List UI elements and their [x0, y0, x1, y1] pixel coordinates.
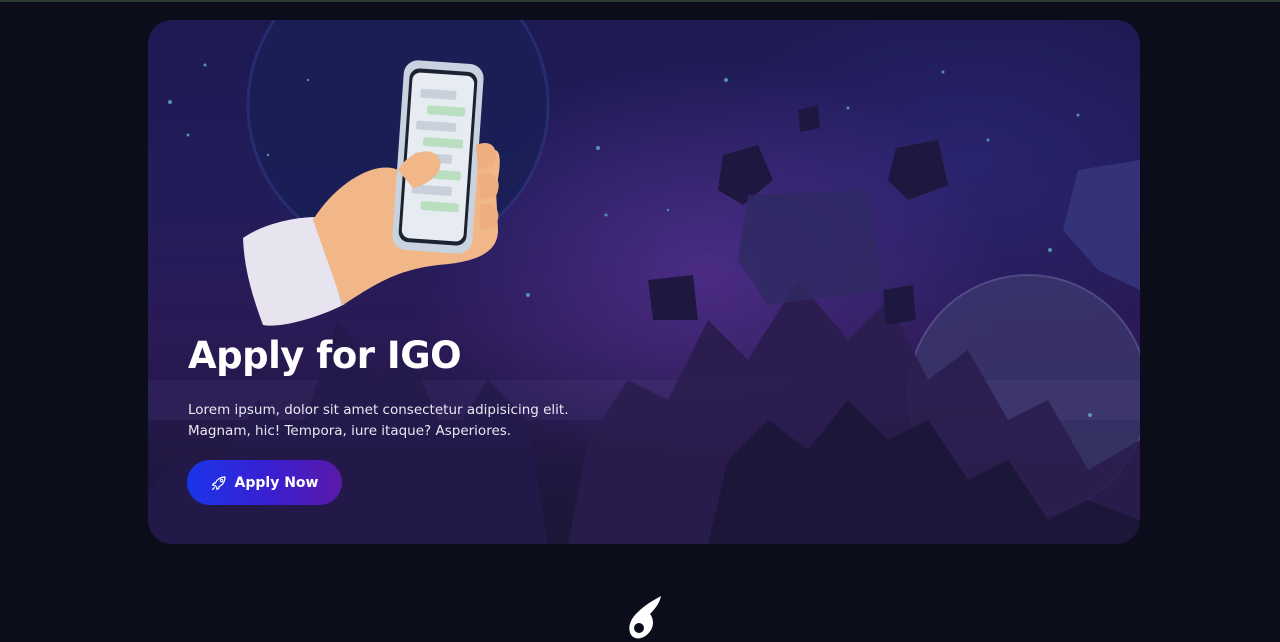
- banner-description-line-2: Magnam, hic! Tempora, iure itaque? Asper…: [188, 423, 512, 439]
- banner-description: Lorem ipsum, dolor sit amet consectetur …: [188, 400, 608, 442]
- brand-logo-icon[interactable]: [624, 594, 664, 640]
- apply-igo-banner: Apply for IGO Lorem ipsum, dolor sit ame…: [148, 20, 1140, 544]
- banner-title: Apply for IGO: [188, 334, 462, 377]
- top-divider: [0, 0, 1280, 2]
- banner-description-line-1: Lorem ipsum, dolor sit amet consectetur …: [188, 402, 569, 418]
- apply-now-label: Apply Now: [234, 474, 319, 491]
- rocket-icon: [211, 475, 226, 490]
- apply-now-button[interactable]: Apply Now: [187, 460, 342, 505]
